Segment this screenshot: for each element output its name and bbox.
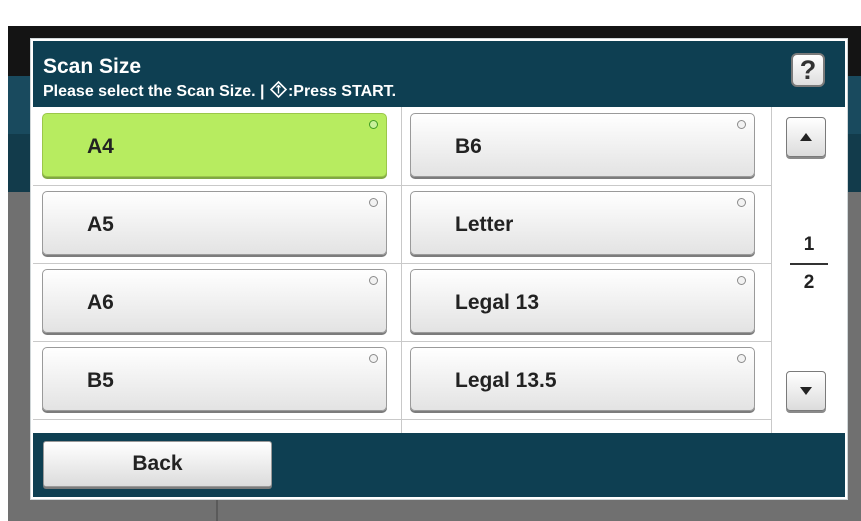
dialog-title: Scan Size	[43, 55, 142, 78]
size-option-a6[interactable]: A6	[42, 269, 387, 333]
radio-indicator-icon	[369, 276, 378, 285]
scroll-up-button[interactable]	[786, 117, 826, 157]
size-option-a5[interactable]: A5	[42, 191, 387, 255]
arrow-down-icon	[800, 387, 812, 395]
row-divider	[33, 185, 771, 186]
back-button[interactable]: Back	[43, 441, 272, 487]
page-divider	[790, 263, 828, 265]
radio-indicator-icon	[369, 198, 378, 207]
size-option-b5[interactable]: B5	[42, 347, 387, 411]
page-scroller: 1 2	[771, 107, 845, 433]
row-divider	[33, 419, 771, 420]
size-option-legal-13[interactable]: Legal 13	[410, 269, 755, 333]
help-icon: ?	[799, 55, 817, 85]
size-label: Legal 13	[455, 291, 540, 314]
size-label: B5	[87, 369, 114, 392]
row-divider	[33, 263, 771, 264]
arrow-up-icon	[800, 133, 812, 141]
size-label: B6	[455, 135, 482, 158]
dialog-header: Scan Size Please select the Scan Size. |…	[33, 41, 845, 107]
size-option-legal-13-5[interactable]: Legal 13.5	[410, 347, 755, 411]
total-pages: 2	[803, 272, 815, 293]
dialog-instruction: Please select the Scan Size. | :Press ST…	[43, 80, 397, 103]
radio-indicator-icon	[369, 120, 378, 129]
size-label: A6	[87, 291, 114, 314]
size-label: A4	[87, 135, 114, 158]
size-option-b6[interactable]: B6	[410, 113, 755, 177]
background-top	[0, 0, 861, 26]
size-option-letter[interactable]: Letter	[410, 191, 755, 255]
start-diamond-icon	[269, 80, 288, 103]
scan-size-dialog: Scan Size Please select the Scan Size. |…	[30, 38, 848, 500]
dialog-footer: Back	[33, 433, 845, 497]
radio-indicator-icon	[737, 198, 746, 207]
current-page: 1	[803, 234, 815, 255]
instruction-suffix: :Press START.	[287, 83, 397, 100]
size-label: Legal 13.5	[455, 369, 557, 392]
size-label: A5	[87, 213, 114, 236]
scroll-down-button[interactable]	[786, 371, 826, 411]
size-grid: A4 A5 A6 B5 B6 Letter Legal 13 Legal 13.…	[33, 107, 771, 433]
radio-indicator-icon	[369, 354, 378, 363]
help-button[interactable]: ?	[791, 53, 825, 87]
radio-indicator-icon	[737, 276, 746, 285]
column-divider	[401, 107, 402, 433]
radio-indicator-icon	[737, 354, 746, 363]
radio-indicator-icon	[737, 120, 746, 129]
instruction-text: Please select the Scan Size. |	[43, 83, 269, 100]
size-label: Letter	[455, 213, 514, 236]
row-divider	[33, 341, 771, 342]
size-option-a4[interactable]: A4	[42, 113, 387, 177]
